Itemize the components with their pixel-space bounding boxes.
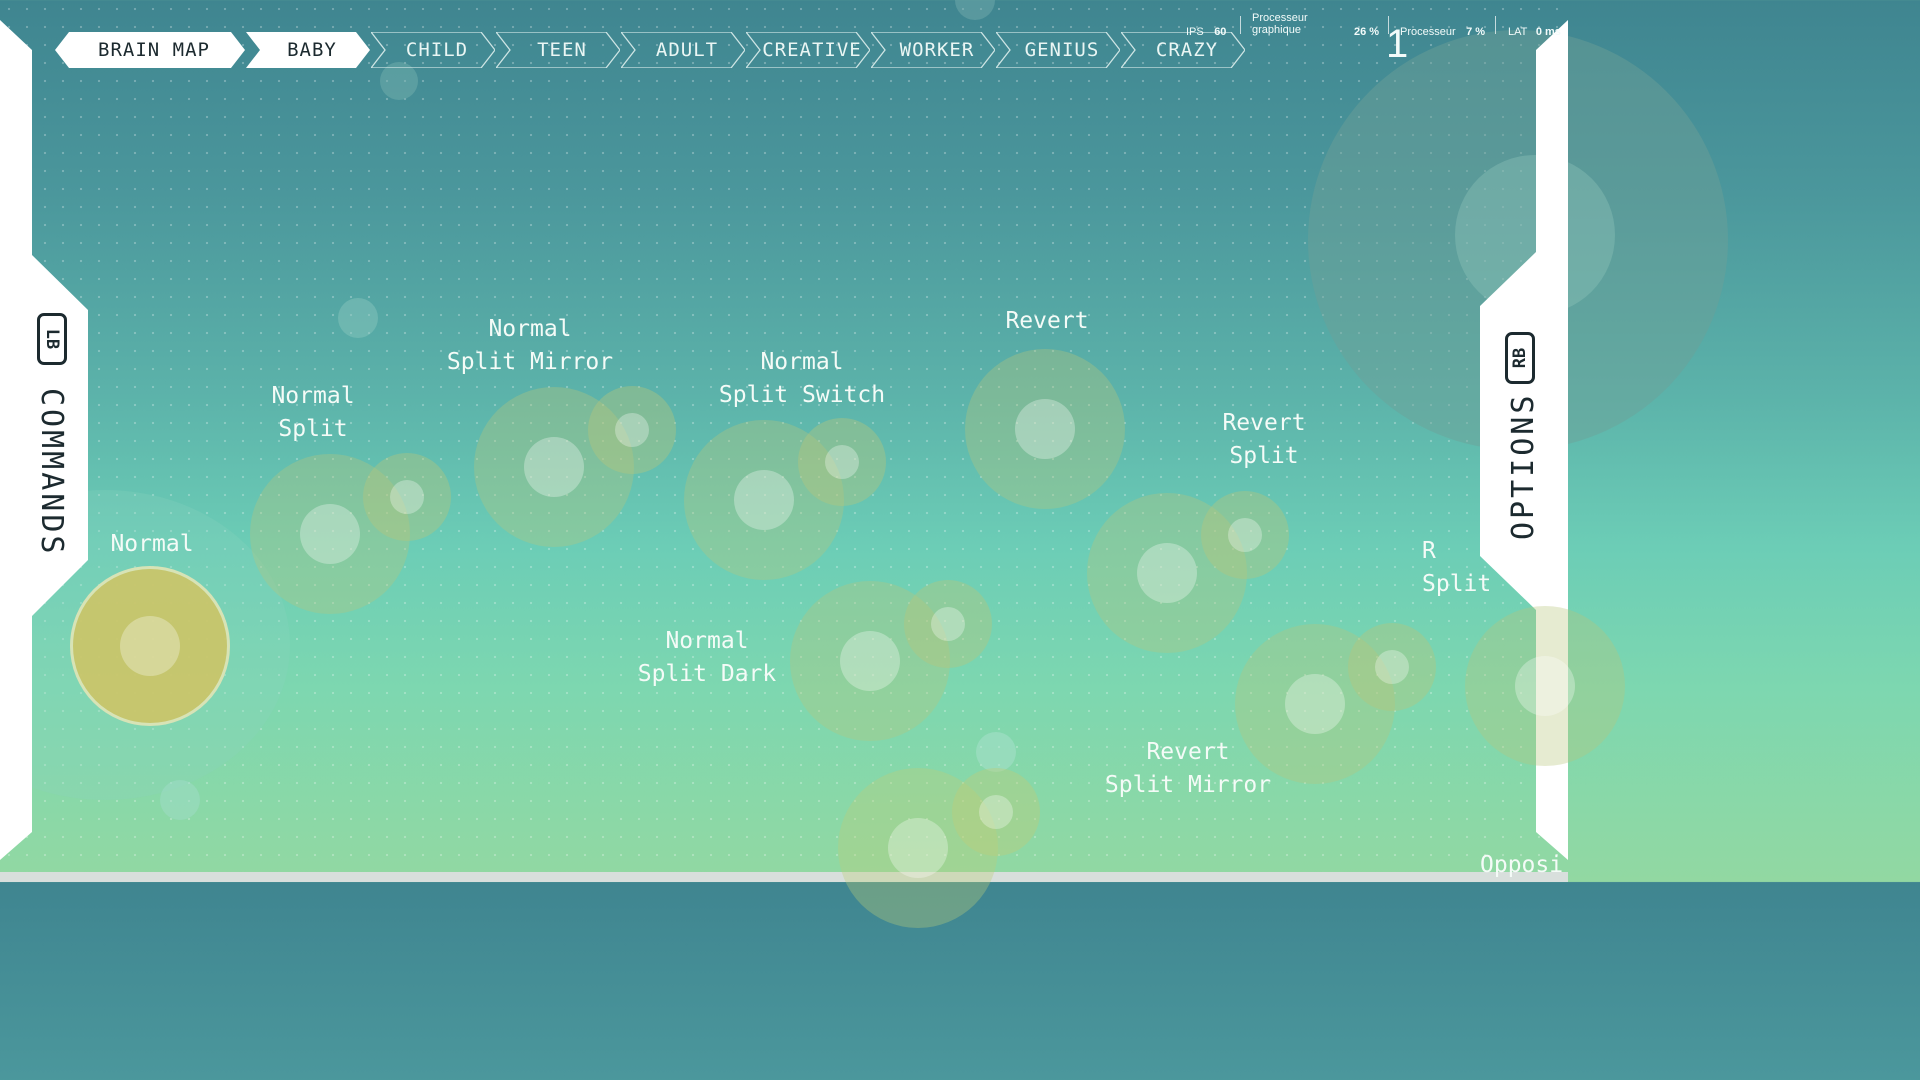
node-label-line1: Normal [488,316,572,342]
node-label: Normal Split Mirror [447,313,613,379]
node-label-line1: Normal [110,531,194,557]
brain-node-satellite[interactable] [1201,491,1289,579]
gpu-label-1: Processeur [1252,12,1308,24]
tab-label: CREATIVE [762,39,862,61]
opposite-node-label: Opposi [1480,852,1564,878]
node-label-line1: Normal [665,628,749,654]
node-core [1228,518,1262,552]
node-label-line2: Split Mirror [446,349,614,375]
tab-label: WORKER [899,39,975,61]
brain-node[interactable] [1465,606,1625,766]
tab-creative[interactable]: CREATIVE [746,32,870,68]
node-core [390,480,424,514]
brain-node-satellite[interactable] [363,453,451,541]
lb-label: LB [41,328,62,350]
tab-adult[interactable]: ADULT [621,32,745,68]
node-core [1285,674,1345,734]
node-label-line2: Split [1422,571,1492,597]
node-label-line2: Split [278,416,348,442]
lat-label: LAT [1508,26,1528,38]
node-label-line1: Revert [1222,410,1306,436]
node-core [300,504,360,564]
tab-label: BABY [287,39,337,61]
node-core [931,607,965,641]
node-label: Normal [110,528,193,561]
node-label-line2: Split [1229,443,1299,469]
node-core [615,413,649,447]
brain-node-satellite[interactable] [952,768,1040,856]
brain-node[interactable] [70,566,230,726]
tab-baby[interactable]: BABY [246,32,370,68]
brain-node-satellite[interactable] [798,418,886,506]
node-core [888,818,948,878]
gpu-value: 26 % [1354,22,1379,40]
node-core [979,795,1013,829]
cpu-value: 7 % [1466,26,1486,38]
gpu-readout: Processeur graphique [1252,12,1308,36]
tab-child[interactable]: CHILD [371,32,495,68]
brain-node-satellite[interactable] [904,580,992,668]
node-label: Normal Split [271,380,354,446]
tab-brain-map[interactable]: BRAIN MAP [55,32,245,68]
brain-node-satellite[interactable] [1348,623,1436,711]
hud-separator [1495,16,1496,34]
node-label: Revert Split [1222,407,1305,473]
fps-value: 60 [1214,26,1227,38]
node-core [1375,650,1409,684]
rb-button-badge[interactable]: RB [1505,332,1535,384]
node-label-line1: Normal [760,349,844,375]
lat-value: 0 ms [1535,26,1561,38]
node-label-line1: Revert [1005,308,1089,334]
options-label: OPTIONS [1506,392,1541,540]
node-label-line2: Split Dark [637,661,777,687]
node-label-line2: Split Switch [718,382,886,408]
brain-node[interactable] [965,349,1125,509]
node-core [1015,399,1075,459]
node-core [734,470,794,530]
latency-readout: LAT 0 ms [1508,22,1568,40]
brain-node-satellite[interactable] [588,386,676,474]
tab-teen[interactable]: TEEN [496,32,620,68]
tab-label: TEEN [537,39,587,61]
tab-label: CHILD [405,39,469,61]
cpu-readout: Processeur 7 % [1400,22,1485,40]
tab-worker[interactable]: WORKER [871,32,995,68]
lb-button-badge[interactable]: LB [37,313,67,365]
node-core [120,616,180,676]
node-label-line1: Normal [271,383,355,409]
tab-genius[interactable]: GENIUS [996,32,1120,68]
node-core [825,445,859,479]
tab-label: ADULT [655,39,719,61]
gpu-value-text: 26 % [1354,26,1380,38]
node-label: Revert Split Mirror [1105,736,1271,802]
tab-label: CRAZY [1155,39,1219,61]
fps-label: IPS [1186,26,1204,38]
commands-label: COMMANDS [34,388,69,557]
node-label: Revert [1005,305,1088,338]
node-core [1137,543,1197,603]
node-core [524,437,584,497]
node-label: Normal Split Dark [638,625,776,691]
node-label-line1: R [1422,538,1436,564]
tab-label: GENIUS [1024,39,1100,61]
node-label: Normal Split Switch [719,346,885,412]
hud-separator [1240,16,1241,34]
node-label: R Split [1422,535,1492,601]
node-label-line1: Revert [1146,739,1230,765]
cpu-label: Processeur [1400,26,1456,38]
node-label-line2: Split Mirror [1104,772,1272,798]
gpu-label-2: graphique [1252,24,1301,36]
counter-display: 1 [1386,22,1409,66]
tab-label: BRAIN MAP [98,39,210,61]
node-core [840,631,900,691]
rb-label: RB [1509,347,1530,369]
node-core [1515,656,1575,716]
fps-readout: IPS 60 [1186,22,1226,40]
